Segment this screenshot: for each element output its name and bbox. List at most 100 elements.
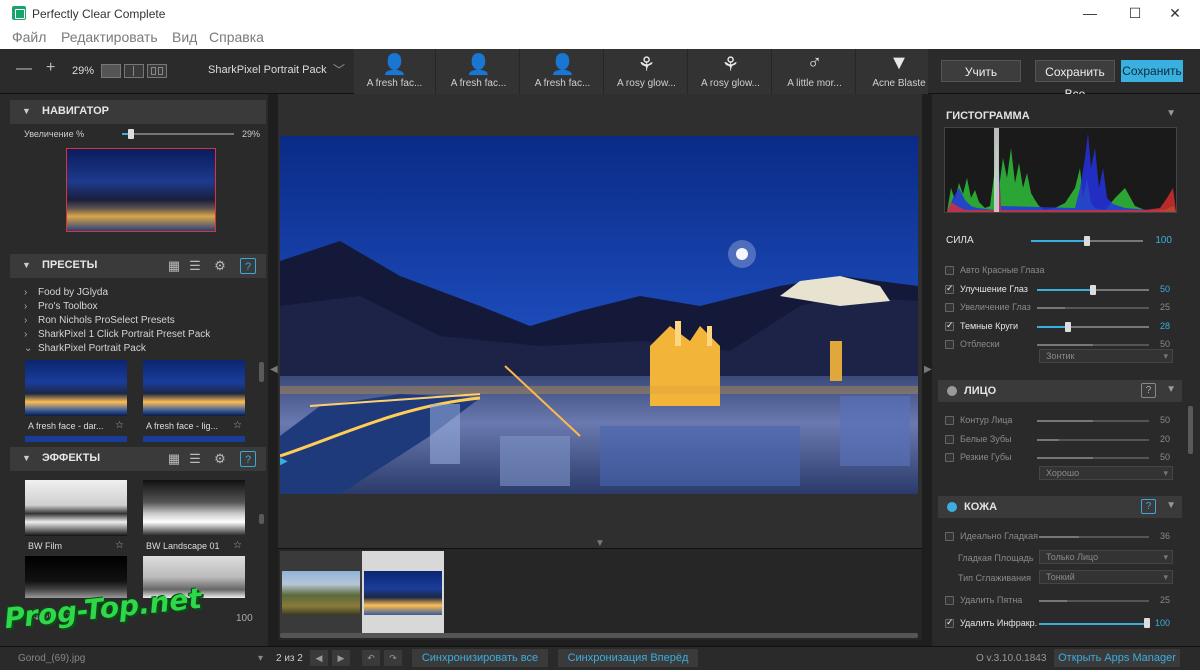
film-thumb-selected[interactable] xyxy=(362,551,444,635)
open-apps-manager-button[interactable]: Открыть Apps Manager xyxy=(1054,649,1180,667)
help-icon[interactable]: ? xyxy=(1141,499,1156,514)
eye-option-checkbox[interactable] xyxy=(945,340,954,349)
remove-spots-checkbox[interactable] xyxy=(945,596,954,605)
preset-thumb[interactable] xyxy=(25,360,127,416)
navigator-header[interactable]: ▼ НАВИГАТОР xyxy=(10,100,266,124)
menu-view[interactable]: Вид xyxy=(172,29,197,45)
chevron-down-icon[interactable]: ﹀ xyxy=(333,61,345,78)
gear-icon[interactable]: ⚙ xyxy=(212,451,228,467)
chevron-down-icon[interactable]: ▼ xyxy=(1166,384,1176,395)
next-image-button[interactable]: ▶ xyxy=(332,650,350,666)
effects-header[interactable]: ▼ ЭФФЕКТЫ ▦ ☰ ⚙ ? xyxy=(10,447,266,471)
collapse-triangle-icon[interactable]: ▼ xyxy=(22,453,31,463)
eye-option-checkbox[interactable] xyxy=(945,283,954,294)
menu-help[interactable]: Справка xyxy=(209,29,264,45)
split-view-button[interactable] xyxy=(124,64,144,78)
strip-preset[interactable]: 👤 A fresh fac... xyxy=(522,49,604,94)
zoom-in-button[interactable]: + xyxy=(46,59,55,77)
remove-infrared-checkbox[interactable] xyxy=(945,617,954,628)
preset-folder-open[interactable]: ⌄ SharkPixel Portrait Pack xyxy=(24,343,146,354)
single-view-button[interactable] xyxy=(101,64,121,78)
presets-scrollbar[interactable] xyxy=(259,362,264,382)
eye-option-knob[interactable] xyxy=(1065,322,1071,332)
face-toggle-dot[interactable] xyxy=(947,386,957,396)
lips-dropdown[interactable]: Хорошо xyxy=(1039,466,1173,480)
preset-folder[interactable]: › Food by JGlyda xyxy=(24,287,108,298)
menu-file[interactable]: Файл xyxy=(12,29,46,45)
main-image[interactable] xyxy=(280,136,918,494)
chevron-down-icon[interactable]: ▾ xyxy=(258,653,263,664)
filename-select[interactable]: Gorod_(69).jpg xyxy=(18,653,85,664)
close-button[interactable]: ✕ xyxy=(1160,3,1190,23)
strip-preset[interactable]: 👤 A fresh fac... xyxy=(354,49,436,94)
smooth-area-dropdown[interactable]: Только Лицо xyxy=(1039,550,1173,564)
collapse-left-arrow-icon[interactable]: ◀ xyxy=(270,364,278,375)
collapse-triangle-icon[interactable]: ▼ xyxy=(22,106,31,116)
sync-forward-button[interactable]: Синхронизация Вперёд xyxy=(558,649,698,667)
strip-preset[interactable]: ▼ Acne Blaste xyxy=(858,49,928,94)
preset-folder[interactable]: › Ron Nichols ProSelect Presets xyxy=(24,315,175,326)
star-icon[interactable]: ☆ xyxy=(115,540,124,551)
eye-option-checkbox[interactable] xyxy=(945,303,954,312)
presets-header[interactable]: ▼ ПРЕСЕТЫ ▦ ☰ ⚙ ? xyxy=(10,254,266,278)
preset-pack-select[interactable]: SharkPixel Portrait Pack xyxy=(208,64,327,76)
grid-view-icon[interactable]: ▦ xyxy=(166,451,182,467)
strength-slider-knob[interactable] xyxy=(1084,236,1090,246)
strip-preset[interactable]: ⚘ A rosy glow... xyxy=(606,49,688,94)
perfect-smooth-checkbox[interactable] xyxy=(945,532,954,541)
face-option-checkbox[interactable] xyxy=(945,453,954,462)
right-panel-scrollbar[interactable] xyxy=(1188,406,1193,454)
minimize-button[interactable]: — xyxy=(1075,3,1105,23)
save-button[interactable]: Сохранить xyxy=(1121,60,1183,82)
face-header[interactable]: ЛИЦО ? ▼ xyxy=(938,380,1182,402)
help-icon[interactable]: ? xyxy=(1141,383,1156,398)
preset-folder[interactable]: › SharkPixel 1 Click Portrait Preset Pack xyxy=(24,329,210,340)
save-all-button[interactable]: Сохранить Все xyxy=(1035,60,1115,101)
help-icon[interactable]: ? xyxy=(240,451,256,467)
star-icon[interactable]: ☆ xyxy=(233,420,242,431)
redo-icon[interactable]: ↷ xyxy=(384,650,402,666)
strip-preset[interactable]: ♂ A little mor... xyxy=(774,49,856,94)
help-icon[interactable]: ? xyxy=(240,258,256,274)
navigator-preview[interactable] xyxy=(66,148,216,232)
chevron-down-icon[interactable]: ▼ xyxy=(1166,108,1176,119)
skin-toggle-dot[interactable] xyxy=(947,502,957,512)
film-thumb[interactable] xyxy=(280,551,362,635)
maximize-button[interactable]: ☐ xyxy=(1120,3,1150,23)
face-option-checkbox[interactable] xyxy=(945,416,954,425)
menu-edit[interactable]: Редактировать xyxy=(61,29,158,45)
zoom-slider-knob[interactable] xyxy=(128,129,134,139)
chevron-down-icon[interactable]: ▼ xyxy=(1166,500,1176,511)
collapse-right-arrow-icon[interactable]: ▶ xyxy=(924,364,932,375)
apply-button[interactable]: Учить xyxy=(941,60,1021,82)
strip-preset[interactable]: 👤 A fresh fac... xyxy=(438,49,520,94)
glare-dropdown[interactable]: Зонтик xyxy=(1039,349,1173,363)
preset-thumb[interactable] xyxy=(143,360,245,416)
sync-all-button[interactable]: Синхронизировать все xyxy=(412,649,548,667)
star-icon[interactable]: ☆ xyxy=(115,420,124,431)
list-view-icon[interactable]: ☰ xyxy=(187,451,203,467)
effects-scrollbar[interactable] xyxy=(259,514,264,524)
strip-preset[interactable]: ⚘ A rosy glow... xyxy=(690,49,772,94)
filmstrip-scrollbar[interactable] xyxy=(280,633,918,638)
side-by-side-view-button[interactable] xyxy=(147,64,167,78)
face-option-checkbox[interactable] xyxy=(945,435,954,444)
grid-view-icon[interactable]: ▦ xyxy=(166,258,182,274)
face-option-value: 50 xyxy=(1159,452,1170,462)
eye-option-checkbox[interactable] xyxy=(945,320,954,331)
zoom-out-button[interactable]: — xyxy=(16,60,32,78)
smooth-type-dropdown[interactable]: Тонкий xyxy=(1039,570,1173,584)
gear-icon[interactable]: ⚙ xyxy=(212,258,228,274)
collapse-triangle-icon[interactable]: ▼ xyxy=(22,260,31,270)
skin-header[interactable]: КОЖА ? ▼ xyxy=(938,496,1182,518)
undo-icon[interactable]: ↶ xyxy=(362,650,380,666)
effect-thumb[interactable] xyxy=(25,480,127,536)
zoom-slider-track[interactable] xyxy=(122,133,234,135)
previous-image-button[interactable]: ◀ xyxy=(310,650,328,666)
eye-option-checkbox[interactable] xyxy=(945,266,954,275)
preset-folder[interactable]: › Pro's Toolbox xyxy=(24,301,98,312)
star-icon[interactable]: ☆ xyxy=(233,540,242,551)
effect-thumb[interactable] xyxy=(143,480,245,536)
eye-option-knob[interactable] xyxy=(1090,285,1096,295)
list-view-icon[interactable]: ☰ xyxy=(187,258,203,274)
